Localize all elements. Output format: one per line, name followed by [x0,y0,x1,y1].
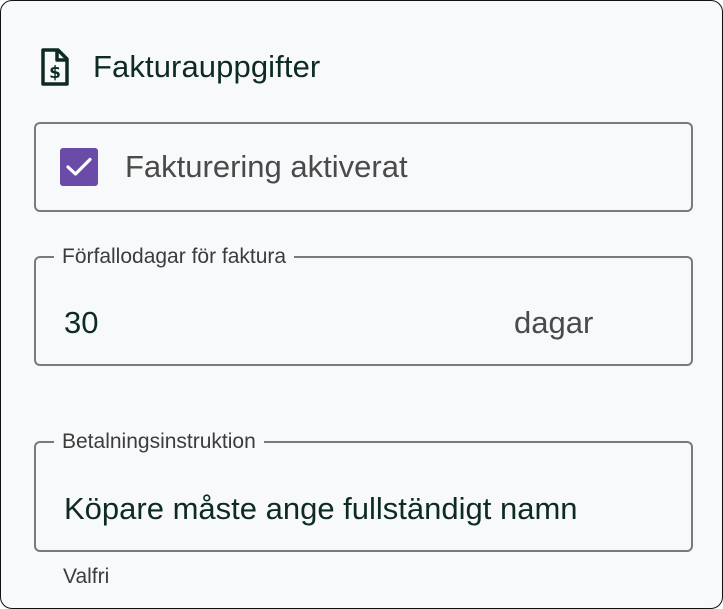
checkbox[interactable] [60,148,98,186]
payment-instruction-legend: Betalningsinstruktion [62,430,256,453]
optional-helper-text: Valfri [63,565,110,588]
due-days-unit: dagar [514,305,594,340]
invoice-dollar-icon: $ [41,48,69,86]
payment-instruction-input[interactable]: Köpare måste ange fullständigt namn [64,491,578,527]
invoice-details-card: $ Fakturauppgifter Fakturering aktiverat… [0,0,723,609]
section-title: Fakturauppgifter [93,49,321,84]
checkmark-icon [66,157,92,176]
due-days-legend: Förfallodagar för faktura [62,245,287,268]
section-header: $ Fakturauppgifter [39,47,320,87]
due-days-field[interactable]: Förfallodagar för faktura 30 dagar [34,245,693,366]
checkbox-label: Fakturering aktiverat [125,149,408,184]
payment-instruction-field[interactable]: Betalningsinstruktion Köpare måste ange … [34,430,693,552]
invoicing-enabled-toggle[interactable]: Fakturering aktiverat [34,122,693,212]
due-days-input[interactable]: 30 [64,305,98,341]
svg-text:$: $ [49,63,61,83]
